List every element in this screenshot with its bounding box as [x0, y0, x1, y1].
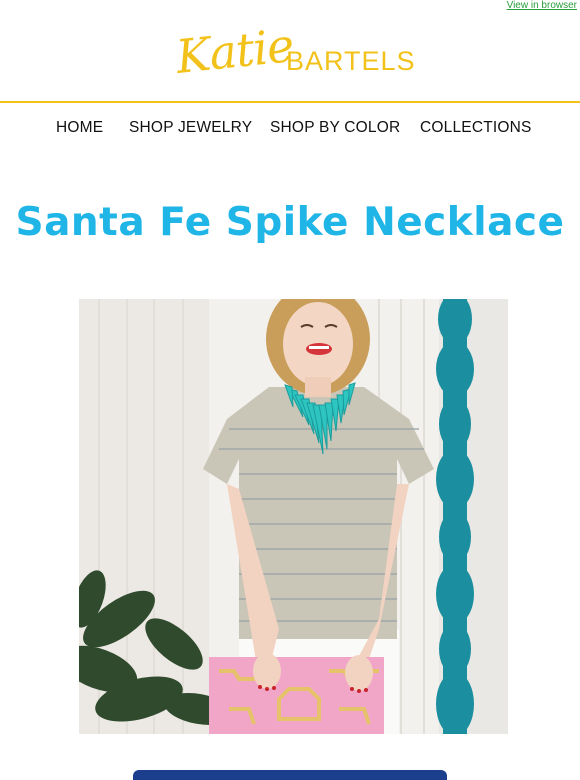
nav-item-home[interactable]: HOME: [56, 119, 103, 137]
logo-caps-text: BARTELS: [286, 46, 416, 76]
main-nav: HOME SHOP JEWELRY SHOP BY COLOR COLLECTI…: [0, 119, 580, 139]
brand-logo[interactable]: Katie BARTELS: [0, 18, 580, 100]
product-photo[interactable]: [79, 299, 508, 734]
logo-script-text: Katie: [173, 18, 296, 84]
nav-item-shop-by-color[interactable]: SHOP BY COLOR: [270, 119, 400, 137]
shop-now-button[interactable]: [133, 770, 447, 780]
page-title: Santa Fe Spike Necklace: [15, 200, 565, 245]
nav-item-collections[interactable]: COLLECTIONS: [420, 119, 532, 137]
view-in-browser-link[interactable]: View in browser: [507, 0, 577, 11]
product-photo-illustration: [79, 299, 508, 734]
nav-item-shop-jewelry[interactable]: SHOP JEWELRY: [129, 119, 252, 137]
header-divider: [0, 101, 580, 103]
